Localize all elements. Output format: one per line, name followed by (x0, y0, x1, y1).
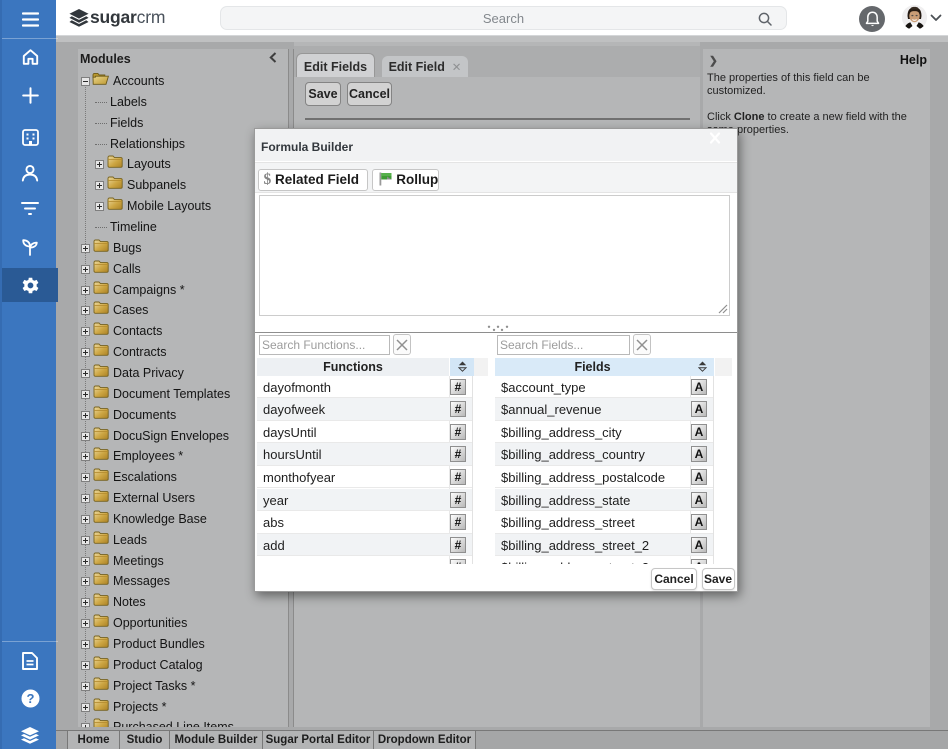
svg-text:?: ? (26, 691, 34, 706)
